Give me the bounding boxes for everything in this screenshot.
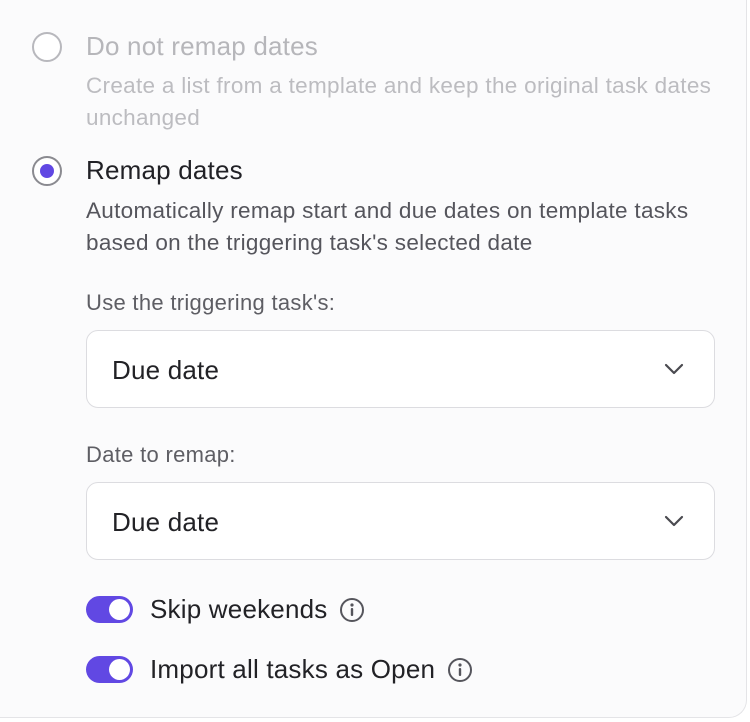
do-not-remap-radio[interactable] <box>32 31 62 62</box>
import-open-row: Import all tasks as Open <box>86 654 473 685</box>
chevron-down-icon <box>664 363 684 375</box>
do-not-remap-description: Create a list from a template and keep t… <box>86 73 712 130</box>
skip-weekends-row: Skip weekends <box>86 594 365 625</box>
date-to-remap-select[interactable]: Due date <box>86 482 715 560</box>
import-open-toggle[interactable] <box>86 656 133 683</box>
option-remap-dates[interactable]: Remap dates <box>32 155 243 186</box>
info-icon[interactable] <box>447 657 473 683</box>
skip-weekends-label: Skip weekends <box>150 594 328 624</box>
remap-dates-description: Automatically remap start and due dates … <box>86 198 689 255</box>
triggering-date-value: Due date <box>112 355 220 385</box>
triggering-date-select[interactable]: Due date <box>86 330 715 408</box>
date-to-remap-label: Date to remap: <box>86 442 236 467</box>
import-open-label: Import all tasks as Open <box>150 654 436 684</box>
skip-weekends-toggle[interactable] <box>86 596 133 623</box>
info-icon[interactable] <box>339 597 365 623</box>
do-not-remap-label[interactable]: Do not remap dates <box>86 31 318 62</box>
chevron-down-icon <box>664 515 684 527</box>
triggering-task-label: Use the triggering task's: <box>86 290 336 315</box>
remap-dates-label[interactable]: Remap dates <box>86 155 243 186</box>
remap-dates-radio[interactable] <box>32 155 62 186</box>
remap-dates-panel: Do not remap dates Create a list from a … <box>0 0 747 718</box>
option-do-not-remap[interactable]: Do not remap dates <box>32 31 318 62</box>
date-to-remap-value: Due date <box>112 507 220 537</box>
